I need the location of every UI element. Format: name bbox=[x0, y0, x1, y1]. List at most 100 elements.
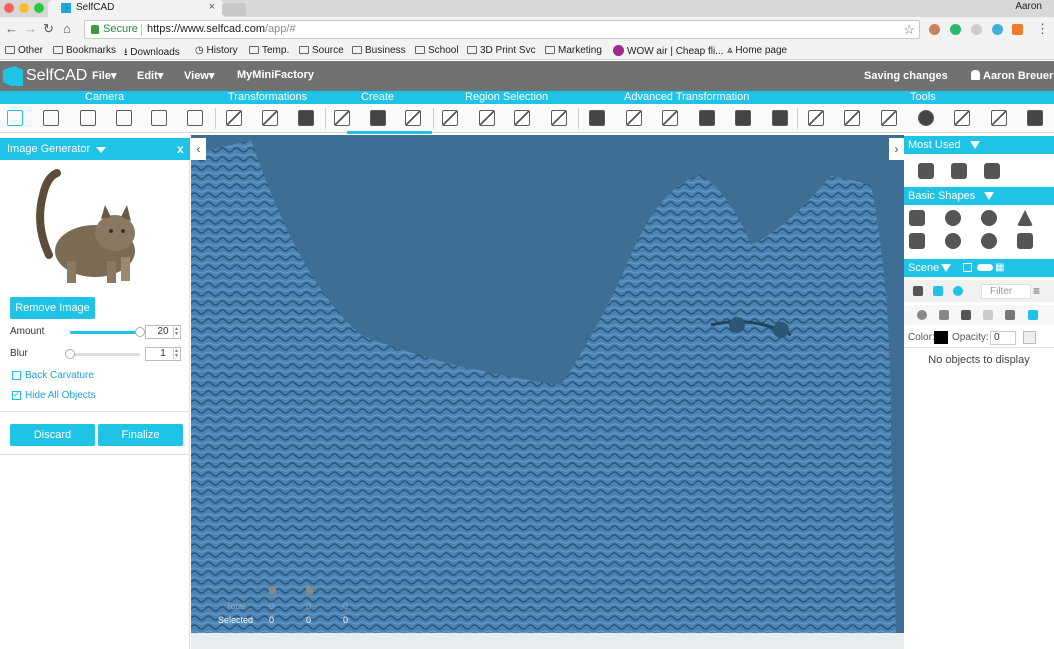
caret-down-icon[interactable] bbox=[96, 147, 106, 153]
box-icon[interactable] bbox=[1005, 310, 1015, 320]
ribbon-group-tools[interactable]: Tools bbox=[910, 91, 936, 104]
new-tab-button[interactable] bbox=[222, 3, 246, 16]
tool-sphere-icon[interactable] bbox=[918, 110, 934, 126]
close-panel-button[interactable]: x bbox=[177, 142, 184, 156]
spike-icon[interactable] bbox=[699, 110, 715, 126]
camera-zoom-icon[interactable] bbox=[43, 110, 59, 126]
basic-shapes-header[interactable]: Basic Shapes bbox=[904, 187, 1054, 205]
collapse-right-panel-button[interactable]: › bbox=[889, 138, 904, 160]
blur-input[interactable]: 1 ▲ ▼ bbox=[145, 347, 181, 361]
ribbon-group-camera[interactable]: Camera bbox=[85, 91, 124, 104]
tool-union-icon[interactable] bbox=[808, 110, 824, 126]
twist-icon[interactable] bbox=[735, 110, 751, 126]
tool-intersect-icon[interactable] bbox=[881, 110, 897, 126]
camera-settings-icon[interactable] bbox=[151, 110, 167, 126]
solid-icon[interactable] bbox=[961, 310, 971, 320]
browser-menu-icon[interactable]: ⋮ bbox=[1036, 22, 1049, 36]
bookmark-marketing[interactable]: Marketing bbox=[545, 45, 602, 56]
ball-shape-icon[interactable] bbox=[981, 233, 997, 249]
stepper-icon[interactable]: ▲ ▼ bbox=[173, 327, 179, 337]
bookmark-wow-air[interactable]: WOW air | Cheap fli... bbox=[613, 45, 724, 57]
most-used-box-icon[interactable] bbox=[951, 163, 967, 179]
subdivide-icon[interactable] bbox=[626, 110, 642, 126]
hide-all-objects-checkbox[interactable] bbox=[12, 389, 21, 400]
camera-fit-icon[interactable] bbox=[187, 110, 203, 126]
ribbon-group-region-selection[interactable]: Region Selection bbox=[465, 91, 548, 104]
bookmark-source[interactable]: Source bbox=[299, 45, 344, 56]
scene-link-icon[interactable] bbox=[933, 286, 943, 296]
address-bar[interactable]: Secure https://www.selfcad.com/app/# ☆ bbox=[84, 20, 920, 39]
polyhedron-shape-icon[interactable] bbox=[1017, 233, 1033, 249]
blur-slider[interactable] bbox=[65, 349, 140, 359]
scene-sort-icon[interactable]: ≡ bbox=[1033, 284, 1040, 298]
sphere-shape-icon[interactable] bbox=[981, 210, 997, 226]
back-curvature-label[interactable]: Back Carvature bbox=[25, 370, 94, 381]
opacity-input[interactable]: 0 bbox=[990, 331, 1016, 345]
browser-profile[interactable]: Aaron bbox=[1015, 1, 1042, 12]
bookmark-home-page[interactable]: ⩓ Home page bbox=[727, 45, 787, 56]
menu-view[interactable]: View▾ bbox=[184, 69, 214, 82]
color-swatch[interactable] bbox=[934, 331, 948, 344]
wireframe-icon[interactable] bbox=[983, 310, 993, 320]
maximize-window-button[interactable] bbox=[34, 3, 44, 13]
hide-all-objects-label[interactable]: Hide All Objects bbox=[25, 390, 96, 401]
create-extrude-icon[interactable] bbox=[370, 110, 386, 126]
3d-viewport[interactable]: ‹ › Total 0 0 0 Selected 0 0 0 bbox=[191, 135, 904, 649]
bookmark-other[interactable]: Other bbox=[5, 45, 43, 56]
select-edge-icon[interactable] bbox=[479, 110, 495, 126]
tool-check-icon[interactable] bbox=[1027, 110, 1043, 126]
ribbon-group-advanced-transformation[interactable]: Advanced Transformation bbox=[624, 91, 749, 104]
cube-shape-icon[interactable] bbox=[909, 210, 925, 226]
tool-mirror-icon[interactable] bbox=[991, 110, 1007, 126]
bookmark-history[interactable]: ◷ History bbox=[195, 45, 238, 56]
close-tab-icon[interactable]: × bbox=[209, 1, 215, 13]
most-used-header[interactable]: Most Used bbox=[904, 136, 1054, 154]
scene-toggle-icon[interactable] bbox=[977, 264, 993, 271]
bookmark-star-icon[interactable]: ☆ bbox=[903, 22, 915, 38]
grid-view-icon[interactable]: ▦ bbox=[995, 262, 1004, 273]
extension-orange-icon[interactable] bbox=[1012, 24, 1023, 35]
bend-icon[interactable] bbox=[772, 110, 788, 126]
tool-difference-icon[interactable] bbox=[844, 110, 860, 126]
cone-shape-icon[interactable] bbox=[1017, 210, 1033, 226]
amount-slider[interactable] bbox=[70, 327, 145, 337]
bookmark-business[interactable]: Business bbox=[352, 45, 406, 56]
scene-checkbox-icon[interactable] bbox=[963, 263, 972, 272]
create-shape-icon[interactable] bbox=[334, 110, 350, 126]
cylinder-shape-icon[interactable] bbox=[909, 233, 925, 249]
menu-file[interactable]: File▾ bbox=[92, 69, 116, 82]
camera-view-icon[interactable] bbox=[7, 110, 23, 126]
scene-visibility-icon[interactable] bbox=[953, 286, 963, 296]
scene-header[interactable]: Scene ▦ bbox=[904, 259, 1054, 277]
most-used-image-icon[interactable] bbox=[984, 163, 1000, 179]
camera-rotate-icon[interactable] bbox=[116, 110, 132, 126]
lock-icon[interactable] bbox=[939, 310, 949, 320]
bookmark-temp[interactable]: Temp. bbox=[249, 45, 289, 56]
menu-edit[interactable]: Edit▾ bbox=[137, 69, 163, 82]
bookmark-downloads[interactable]: ⭳ Downloads bbox=[124, 45, 180, 62]
blur-slider-handle[interactable] bbox=[65, 349, 75, 359]
collapse-left-panel-button[interactable]: ‹ bbox=[191, 138, 206, 160]
back-arrow-icon[interactable]: ← bbox=[5, 22, 18, 36]
select-face-icon[interactable] bbox=[442, 110, 458, 126]
move-icon[interactable] bbox=[226, 110, 242, 126]
forward-arrow-icon[interactable]: → bbox=[24, 22, 37, 36]
opacity-picker-icon[interactable] bbox=[1023, 331, 1036, 344]
close-window-button[interactable] bbox=[4, 3, 14, 13]
knot-shape-icon[interactable] bbox=[945, 233, 961, 249]
remove-image-button[interactable]: Remove Image bbox=[10, 297, 95, 319]
minimize-window-button[interactable] bbox=[19, 3, 29, 13]
select-object-icon[interactable] bbox=[551, 110, 567, 126]
tool-split-icon[interactable] bbox=[954, 110, 970, 126]
menu-myminifactory[interactable]: MyMiniFactory bbox=[237, 69, 314, 81]
torus-shape-icon[interactable] bbox=[945, 210, 961, 226]
user-name[interactable]: Aaron Breuer bbox=[983, 70, 1053, 82]
browser-tab[interactable]: SelfCAD × bbox=[48, 0, 224, 17]
ribbon-group-create[interactable]: Create bbox=[361, 91, 394, 104]
eye-icon[interactable] bbox=[917, 310, 927, 320]
most-used-cube-icon[interactable] bbox=[918, 163, 934, 179]
camera-pan-icon[interactable] bbox=[80, 110, 96, 126]
extension-chat-icon[interactable] bbox=[992, 24, 1003, 35]
extension-avatar-icon[interactable] bbox=[929, 24, 940, 35]
scale-icon[interactable] bbox=[298, 110, 314, 126]
